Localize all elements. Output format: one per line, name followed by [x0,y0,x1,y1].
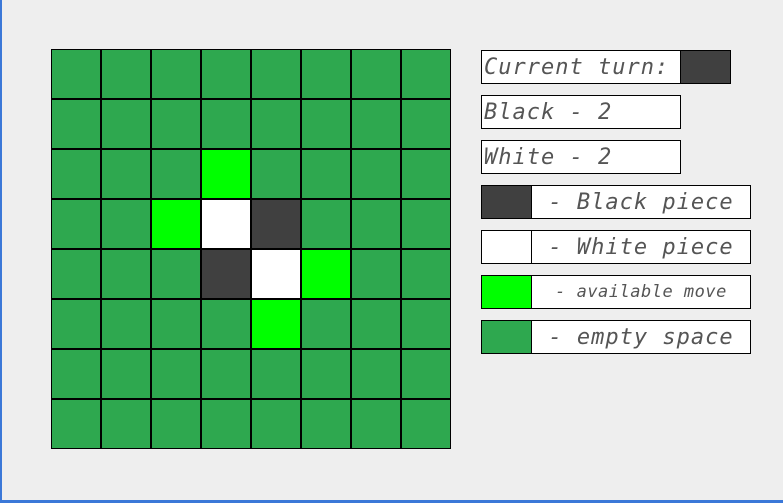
board-cell-empty[interactable] [101,299,151,349]
legend-label-empty: - empty space [531,320,751,354]
board-cell-empty[interactable] [351,249,401,299]
current-turn-indicator [680,50,731,84]
board-cell-black[interactable] [251,199,301,249]
board-cell-empty[interactable] [351,149,401,199]
board-cell-empty[interactable] [351,49,401,99]
legend-label-black: - Black piece [531,185,751,219]
legend-label-white: - White piece [531,230,751,264]
board-cell-available[interactable] [301,249,351,299]
board-cell-empty[interactable] [151,249,201,299]
legend-available-move: - available move [481,275,751,309]
board-cell-empty[interactable] [51,399,101,449]
board-cell-empty[interactable] [251,399,301,449]
board-cell-empty[interactable] [151,299,201,349]
board-cell-empty[interactable] [401,249,451,299]
board-cell-empty[interactable] [101,99,151,149]
board-cell-empty[interactable] [301,149,351,199]
board-cell-empty[interactable] [301,399,351,449]
legend-swatch-black [481,185,532,219]
board-cell-empty[interactable] [251,149,301,199]
board-cell-empty[interactable] [151,349,201,399]
board-cell-empty[interactable] [51,249,101,299]
legend-empty-space: - empty space [481,320,751,354]
board-cell-empty[interactable] [301,49,351,99]
board-cell-empty[interactable] [251,99,301,149]
board-cell-empty[interactable] [301,199,351,249]
board-cell-empty[interactable] [401,199,451,249]
board-cell-empty[interactable] [151,99,201,149]
board-cell-empty[interactable] [101,49,151,99]
legend-swatch-white [481,230,532,264]
board-cell-black[interactable] [201,249,251,299]
legend-swatch-available [481,275,532,309]
board-cell-empty[interactable] [401,349,451,399]
othello-board [51,49,451,449]
board-cell-empty[interactable] [151,149,201,199]
board-cell-empty[interactable] [251,349,301,399]
board-cell-empty[interactable] [201,99,251,149]
board-cell-empty[interactable] [51,49,101,99]
legend-black-piece: - Black piece [481,185,751,219]
board-cell-empty[interactable] [51,349,101,399]
board-cell-empty[interactable] [301,299,351,349]
current-turn-label: Current turn: [481,50,681,84]
board-cell-empty[interactable] [101,199,151,249]
board-cell-empty[interactable] [101,249,151,299]
board-cell-available[interactable] [151,199,201,249]
white-score: White - 2 [481,140,681,174]
window-border-left [0,0,2,503]
board-cell-empty[interactable] [351,99,401,149]
board-cell-empty[interactable] [301,349,351,399]
board-cell-empty[interactable] [351,299,401,349]
board-cell-available[interactable] [251,299,301,349]
board-cell-empty[interactable] [351,399,401,449]
board-cell-white[interactable] [251,249,301,299]
legend-white-piece: - White piece [481,230,751,264]
board-cell-available[interactable] [201,149,251,199]
board-cell-empty[interactable] [351,349,401,399]
board-cell-empty[interactable] [51,299,101,349]
black-score: Black - 2 [481,95,681,129]
board-cell-empty[interactable] [251,49,301,99]
board-cell-empty[interactable] [401,299,451,349]
board-cell-empty[interactable] [51,149,101,199]
board-cell-empty[interactable] [401,49,451,99]
legend-label-available: - available move [531,275,751,309]
board-cell-empty[interactable] [201,49,251,99]
board-cell-empty[interactable] [201,299,251,349]
board-cell-empty[interactable] [101,349,151,399]
board-cell-empty[interactable] [301,99,351,149]
board-cell-white[interactable] [201,199,251,249]
board-cell-empty[interactable] [201,349,251,399]
board-cell-empty[interactable] [151,49,201,99]
legend-swatch-empty [481,320,532,354]
board-cell-empty[interactable] [151,399,201,449]
board-cell-empty[interactable] [101,399,151,449]
board-cell-empty[interactable] [101,149,151,199]
board-cell-empty[interactable] [51,99,101,149]
board-cell-empty[interactable] [351,199,401,249]
board-cell-empty[interactable] [201,399,251,449]
board-cell-empty[interactable] [401,99,451,149]
board-cell-empty[interactable] [51,199,101,249]
board-cell-empty[interactable] [401,149,451,199]
board-cell-empty[interactable] [401,399,451,449]
